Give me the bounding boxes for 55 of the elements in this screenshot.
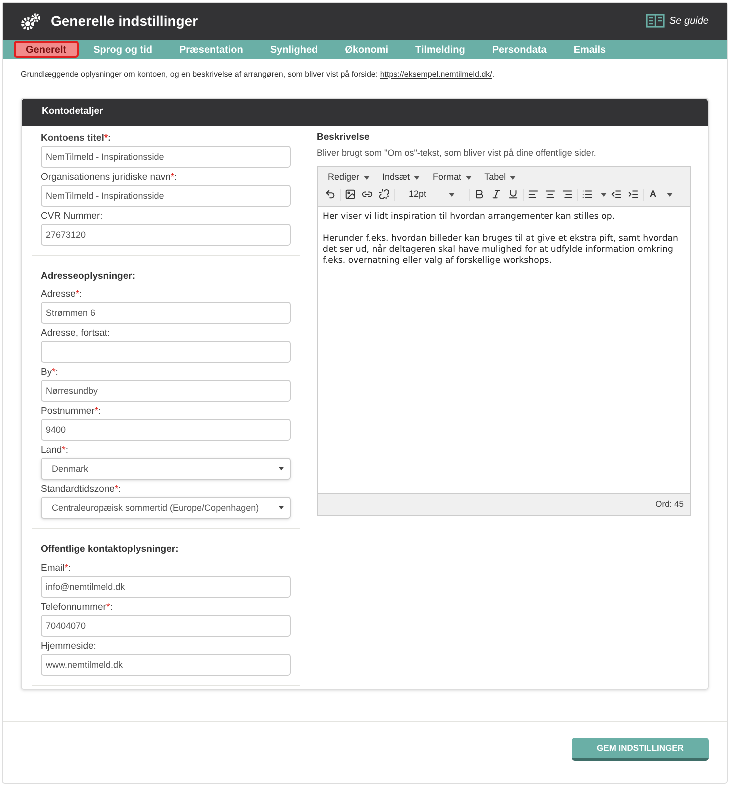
editor-paragraph: Herunder f.eks. hvordan billeder kan bruges til at give et ekstra pift, samt hvordan det ser ud, når deltageren skal have mulighed for at udfylde information omkring f.eks. overnatning eller valg af forskellige workshops. <box>323 234 680 267</box>
input-field[interactable] <box>41 341 291 364</box>
input-field[interactable]: info@nemtilmeld.dk <box>41 576 291 598</box>
field-label: Organisationens juridiske navn*: <box>41 171 178 184</box>
description-title: Beskrivelse <box>317 131 371 145</box>
field-label: By*: <box>41 366 60 380</box>
caret-icon <box>364 176 370 180</box>
field-label: Adresse*: <box>41 288 84 302</box>
input-field[interactable]: NemTilmeld - Inspirationsside <box>41 185 291 207</box>
menu-button[interactable]: Tabel <box>484 171 516 184</box>
caret-icon <box>279 467 284 472</box>
text-color-button[interactable]: A <box>646 188 660 202</box>
menu-button[interactable]: Format <box>433 171 472 184</box>
input-field[interactable]: NemTilmeld - Inspirationsside <box>41 146 291 168</box>
menu-button[interactable]: Indsæt <box>382 171 420 184</box>
field-label: Standardtidszone*: <box>41 483 122 496</box>
field-label: Adresse, fortsat: <box>41 327 112 340</box>
field-label: Email*: <box>41 562 72 574</box>
caret-icon <box>601 192 607 197</box>
page-title: Generelle indstillinger <box>51 12 198 31</box>
panel-title: Kontodetaljer <box>42 105 104 120</box>
intro-text: Grundlæggende oplysninger om kontoen, og en beskrivelse af arrangøren, som bliver vist på forside: https://eksempel.nemtilmeld.dk/. <box>20 69 496 81</box>
unlink-icon[interactable] <box>377 187 392 202</box>
caret-icon <box>414 176 420 180</box>
input-field[interactable]: 9400 <box>41 419 291 442</box>
input-field[interactable]: 27673120 <box>41 224 291 246</box>
caret-icon <box>510 176 516 180</box>
book-icon <box>646 14 666 29</box>
tab[interactable]: Generelt <box>14 41 79 58</box>
word-count: Ord: 45 <box>656 498 684 511</box>
input-field[interactable]: 70404070 <box>41 614 291 636</box>
caret-icon <box>666 192 672 197</box>
guide-link[interactable]: Se guide <box>646 14 709 29</box>
section-heading: Offentlige kontaktoplysninger: <box>41 543 180 558</box>
input-field[interactable]: Strømmen 6 <box>41 302 291 324</box>
select-field[interactable]: Denmark <box>41 458 291 480</box>
field-label: Land*: <box>41 444 70 458</box>
editor-paragraph: Her viser vi lidt inspiration til hvordan arrangementer kan stilles op. <box>323 212 616 223</box>
description-hint: Bliver brugt som "Om os"-tekst, som bliver vist på dine offentlige sider. <box>317 147 598 160</box>
section-heading: Adresseoplysninger: <box>41 270 136 284</box>
field-label: Telefonnummer*: <box>41 600 114 614</box>
input-field[interactable]: www.nemtilmeld.dk <box>41 654 291 676</box>
menu-button[interactable]: Rediger <box>328 171 370 184</box>
field-label: Hjemmeside: <box>41 640 98 652</box>
field-label: Kontoens titel*: <box>41 132 112 145</box>
input-field[interactable]: Nørresundby <box>41 380 291 402</box>
caret-icon <box>449 192 455 197</box>
font-size-select[interactable]: 12pt <box>397 188 467 202</box>
field-label: CVR Nummer: <box>41 210 104 223</box>
caret-icon <box>466 176 472 180</box>
gears-icon <box>21 12 41 30</box>
select-field[interactable]: Centraleuropæisk sommertid (Europe/Copenhagen) <box>41 497 291 520</box>
site-link[interactable]: https://eksempel.nemtilmeld.dk/ <box>380 70 492 79</box>
field-label: Postnummer*: <box>41 405 102 418</box>
caret-icon <box>279 506 284 510</box>
